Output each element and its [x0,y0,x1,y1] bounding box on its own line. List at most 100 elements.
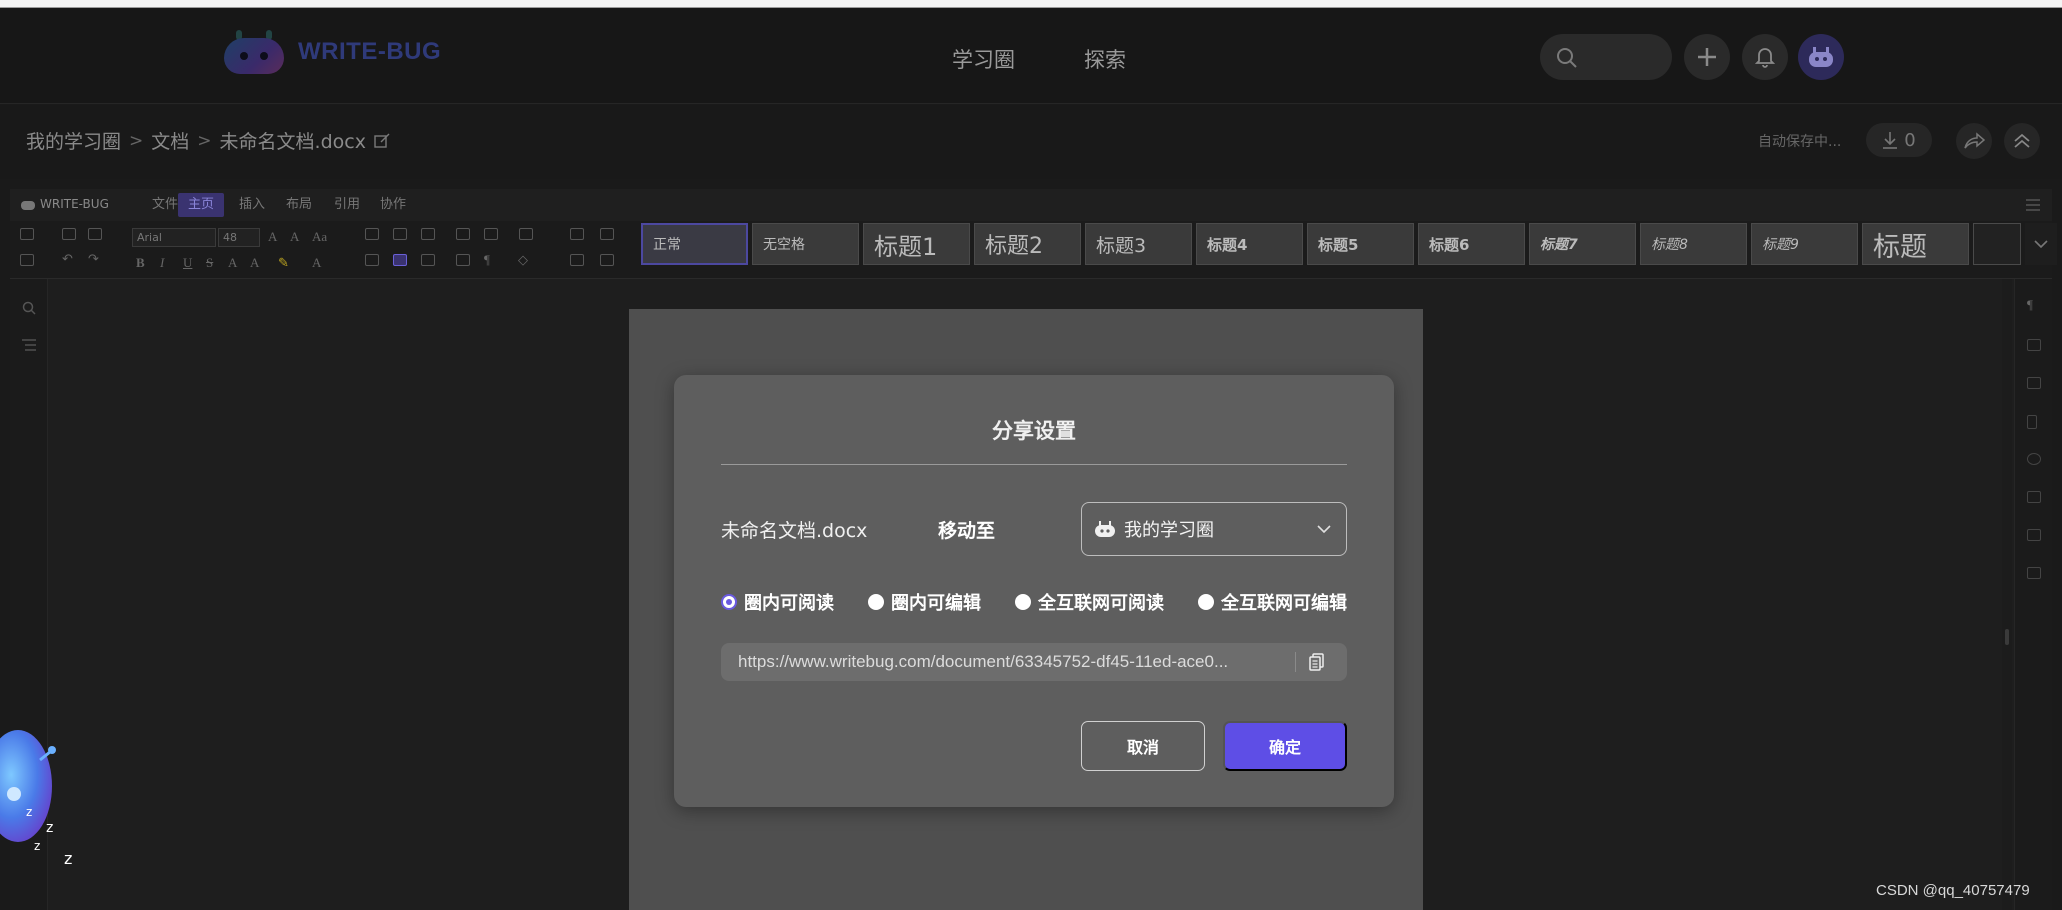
font-size-select[interactable]: 48 [218,228,260,247]
add-button[interactable] [1684,34,1730,80]
superscript-icon[interactable]: A [228,255,237,271]
right-sidebar: ¶ [2014,279,2052,910]
share-link-text[interactable]: https://www.writebug.com/document/633457… [738,652,1286,672]
clear-format-icon[interactable] [570,228,584,240]
breadcrumb-my-circle[interactable]: 我的学习圈 [26,127,121,154]
style-no-spacing[interactable]: 无空格 [752,223,859,265]
style-gallery-expand[interactable] [2025,223,2057,265]
style-heading2[interactable]: 标题2 [974,223,1081,265]
search-icon [1557,48,1577,68]
edit-icon[interactable] [374,133,390,149]
text-art-icon[interactable] [2027,529,2041,541]
user-avatar[interactable] [1798,34,1844,80]
style-heading6[interactable]: 标题6 [1418,223,1525,265]
save-icon[interactable] [20,254,34,266]
radio-public-read[interactable]: 全互联网可阅读 [1015,589,1164,615]
copy-icon[interactable] [62,228,76,240]
navigation-icon[interactable] [22,339,36,351]
chevron-down-icon [2034,240,2048,249]
table-settings-icon[interactable] [2027,339,2041,351]
align-right-icon[interactable] [421,254,435,266]
increase-indent-icon[interactable] [484,228,498,240]
format-painter-icon[interactable] [570,254,584,266]
nav-study-circle[interactable]: 学习圈 [952,44,1015,74]
breadcrumb-documents[interactable]: 文档 [151,127,189,154]
menu-layout[interactable]: 布局 [276,193,322,217]
search-icon[interactable] [22,301,36,315]
menu-insert[interactable]: 插入 [229,193,275,217]
breadcrumb: 我的学习圈 > 文档 > 未命名文档.docx [26,127,390,154]
formatting-toolbar: ↶ ↷ Arial 48 A A Aa B I U S A A ✎ A ¶ ◇ … [10,221,2057,279]
nav-explore[interactable]: 探索 [1084,44,1126,74]
style-heading3[interactable]: 标题3 [1085,223,1192,265]
dialog-title: 分享设置 [992,419,1076,443]
radio-circle-read[interactable]: 圈内可阅读 [721,589,834,615]
copy-link-icon[interactable] [1309,653,1325,671]
notifications-button[interactable] [1742,34,1788,80]
search-box[interactable] [1540,34,1672,80]
shading-icon[interactable]: ◇ [518,252,528,268]
font-color-icon[interactable]: A [312,255,321,271]
paragraph-mark-icon[interactable]: ¶ [484,252,490,268]
decrease-font-icon[interactable]: A [290,229,299,245]
floating-mascot[interactable]: z z z z [0,716,90,876]
style-heading8[interactable]: 标题8 [1640,223,1747,265]
image-settings-icon[interactable] [2027,377,2041,389]
paste-icon[interactable] [88,228,102,240]
mail-merge-settings-icon[interactable] [2027,567,2041,579]
menu-references[interactable]: 引用 [324,193,370,217]
menu-home[interactable]: 主页 [178,193,225,217]
decrease-indent-icon[interactable] [456,228,470,240]
change-case-icon[interactable]: Aa [312,229,327,245]
download-button[interactable]: 0 [1866,123,1932,157]
cancel-button[interactable]: 取消 [1081,721,1205,771]
highlight-icon[interactable]: ✎ [278,255,289,271]
paragraph-settings-icon[interactable]: ¶ [2027,297,2033,313]
menu-collaborate[interactable]: 协作 [370,193,416,217]
vertical-scrollbar[interactable] [2002,279,2012,910]
radio-indicator [721,594,737,610]
underline-icon[interactable]: U [183,255,192,271]
align-center-icon[interactable] [393,254,407,266]
style-heading9[interactable]: 标题9 [1751,223,1858,265]
numbered-list-icon[interactable] [393,228,407,240]
brand-logo[interactable]: WRITE-BUG [222,30,441,74]
subscript-icon[interactable]: A [250,255,259,271]
multilevel-list-icon[interactable] [421,228,435,240]
style-heading1[interactable]: 标题1 [863,223,970,265]
shape-settings-icon[interactable] [2027,453,2041,465]
increase-font-icon[interactable]: A [268,229,277,245]
line-spacing-icon[interactable] [519,228,533,240]
borders-icon[interactable] [600,228,614,240]
radio-public-edit[interactable]: 全互联网可编辑 [1198,589,1347,615]
strikethrough-icon[interactable]: S [206,255,213,271]
header-footer-icon[interactable] [2027,415,2037,429]
justify-icon[interactable] [456,254,470,266]
confirm-button[interactable]: 确定 [1223,721,1347,771]
redo-icon[interactable]: ↷ [88,251,99,267]
collapse-button[interactable] [2004,123,2040,159]
svg-text:z: z [34,839,40,853]
breadcrumb-bar: 我的学习圈 > 文档 > 未命名文档.docx 自动保存中... 0 [0,105,2062,179]
share-icon [1964,132,1985,149]
bold-icon[interactable]: B [136,255,145,271]
radio-circle-edit[interactable]: 圈内可编辑 [868,589,981,615]
style-heading5[interactable]: 标题5 [1307,223,1414,265]
style-heading7[interactable]: 标题7 [1529,223,1636,265]
align-left-icon[interactable] [365,254,379,266]
share-link-field[interactable]: https://www.writebug.com/document/633457… [721,643,1347,681]
print-icon[interactable] [20,228,34,240]
italic-icon[interactable]: I [160,255,164,271]
undo-icon[interactable]: ↶ [62,251,73,267]
move-to-select[interactable]: 我的学习圈 [1081,502,1347,556]
style-heading4[interactable]: 标题4 [1196,223,1303,265]
font-family-select[interactable]: Arial [132,228,216,247]
mail-merge-icon[interactable] [600,254,614,266]
scrollbar-thumb[interactable] [2005,629,2009,645]
chart-settings-icon[interactable] [2027,491,2041,503]
style-title[interactable]: 标题 [1862,223,1969,265]
style-normal[interactable]: 正常 [641,223,748,265]
bullet-list-icon[interactable] [365,228,379,240]
share-button[interactable] [1956,123,1992,159]
hamburger-menu-icon[interactable] [2026,199,2040,211]
